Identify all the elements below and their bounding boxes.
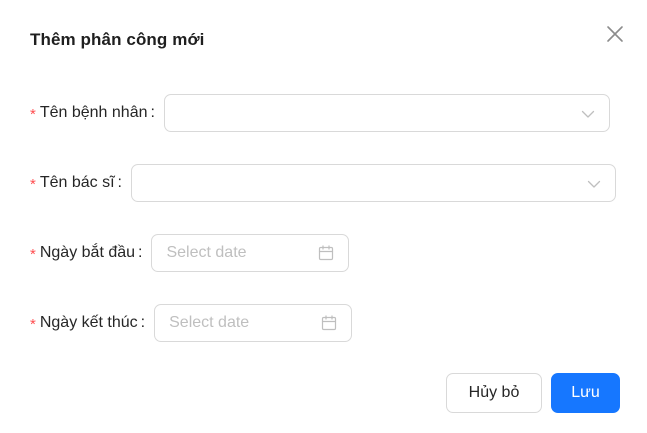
doctor-label-text: Tên bác sĩ xyxy=(39,174,115,191)
start-date-placeholder: Select date xyxy=(166,244,247,261)
label-colon: : xyxy=(140,314,146,331)
label-colon: : xyxy=(138,244,143,261)
assign-dialog: Thêm phân công mới * Tên bệnh nhân : * T… xyxy=(0,0,647,433)
calendar-icon xyxy=(319,245,334,261)
start-date-row: * Ngày bắt đầu : Select date xyxy=(30,234,350,272)
label-colon: : xyxy=(150,104,155,121)
doctor-label: * Tên bác sĩ : xyxy=(30,174,122,193)
end-date-placeholder: Select date xyxy=(169,314,250,331)
close-button[interactable] xyxy=(603,22,627,46)
end-date-label: * Ngày kết thúc : xyxy=(30,314,146,333)
patient-select[interactable] xyxy=(163,94,610,132)
chevron-down-icon xyxy=(581,110,595,118)
calendar-icon xyxy=(322,315,337,331)
doctor-select[interactable] xyxy=(131,164,616,202)
cancel-button[interactable]: Hủy bỏ xyxy=(446,373,542,413)
close-icon xyxy=(607,26,623,42)
required-mark: * xyxy=(30,245,36,263)
patient-label-text: Tên bệnh nhân xyxy=(39,104,148,121)
chevron-down-icon xyxy=(587,180,601,188)
start-date-label-text: Ngày bắt đầu xyxy=(39,244,136,261)
end-date-picker[interactable]: Select date xyxy=(154,304,353,342)
required-mark: * xyxy=(30,175,36,193)
patient-row: * Tên bệnh nhân : xyxy=(30,94,610,132)
start-date-picker[interactable]: Select date xyxy=(151,234,350,272)
dialog-title: Thêm phân công mới xyxy=(30,30,205,49)
label-colon: : xyxy=(117,174,122,191)
end-date-row: * Ngày kết thúc : Select date xyxy=(30,304,353,342)
required-mark: * xyxy=(30,315,36,333)
doctor-row: * Tên bác sĩ : xyxy=(30,164,616,202)
end-date-label-text: Ngày kết thúc xyxy=(39,314,138,331)
required-mark: * xyxy=(30,105,36,123)
start-date-label: * Ngày bắt đầu : xyxy=(30,244,143,263)
patient-label: * Tên bệnh nhân : xyxy=(30,104,155,123)
save-button[interactable]: Lưu xyxy=(551,373,620,413)
